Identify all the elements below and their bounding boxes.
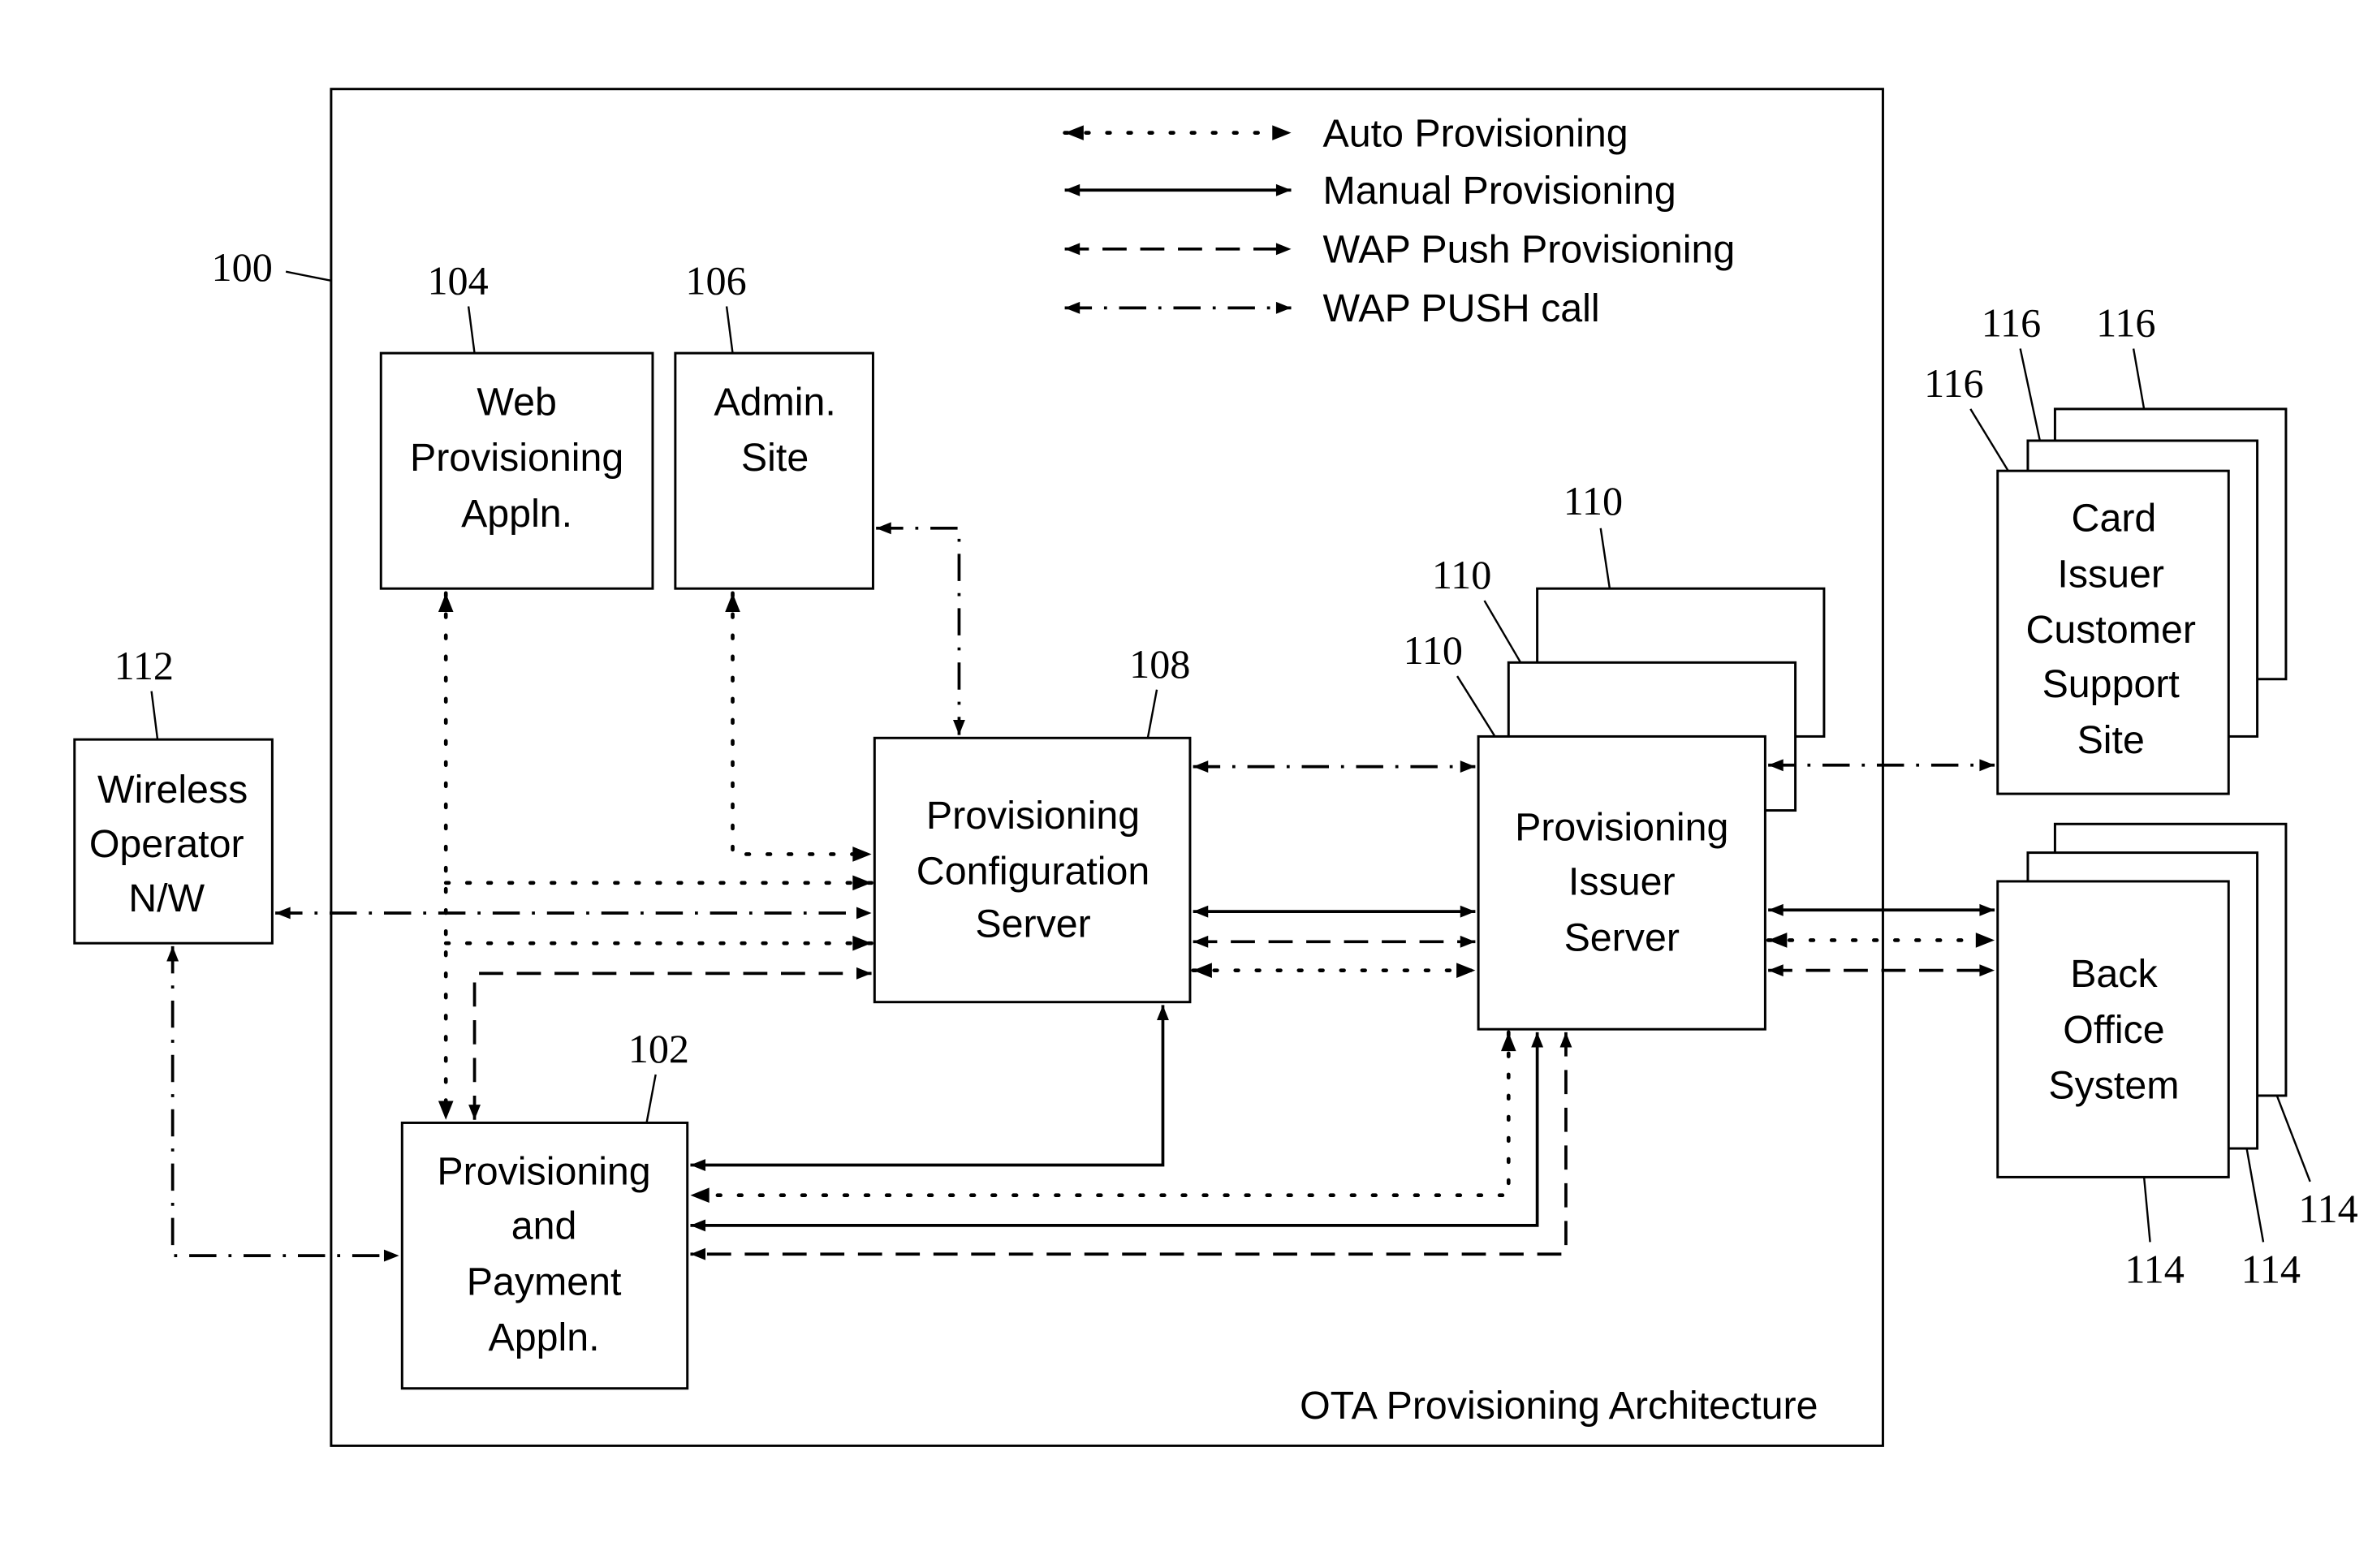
node-label: Site <box>741 436 809 480</box>
ref-numeral: 116 <box>1924 360 1983 406</box>
node-label: Issuer <box>2057 552 2164 596</box>
node-label: and <box>511 1204 577 1248</box>
node-label: Provisioning <box>1515 806 1728 850</box>
node-wireless-operator: Wireless Operator N/W 112 <box>73 643 274 945</box>
node-label: Operator <box>89 822 244 866</box>
node-label: Provisioning <box>410 436 623 480</box>
node-label: Wireless <box>97 768 248 812</box>
node-label: Appln. <box>461 492 572 536</box>
node-label: Customer <box>2025 608 2195 652</box>
node-label: Issuer <box>1568 860 1676 904</box>
ref-numeral: 114 <box>2241 1247 2301 1292</box>
node-label: Payment <box>467 1260 622 1303</box>
node-label: Site <box>2077 718 2145 762</box>
node-label: Admin. <box>714 380 835 424</box>
node-back-office: Back Office System 114 114 114 <box>1996 822 2358 1292</box>
ref-numeral: 110 <box>1432 552 1491 597</box>
legend-label-push: WAP Push Provisioning <box>1323 228 1736 272</box>
ref-numeral: 104 <box>427 258 488 304</box>
ref-numeral: 102 <box>628 1026 689 1071</box>
node-label: System <box>2048 1064 2179 1108</box>
ref-numeral: 110 <box>1564 478 1623 523</box>
node-label: Server <box>1564 915 1680 959</box>
legend-label-manual: Manual Provisioning <box>1323 169 1676 213</box>
ref-numeral: 110 <box>1404 627 1463 673</box>
legend-label-call: WAP PUSH call <box>1323 286 1600 330</box>
diagram-caption: OTA Provisioning Architecture <box>1300 1384 1818 1428</box>
node-label: Server <box>975 902 1090 946</box>
legend-label-auto: Auto Provisioning <box>1323 111 1628 155</box>
node-label: Support <box>2042 662 2180 706</box>
node-label: Configuration <box>917 850 1149 894</box>
ref-numeral: 114 <box>2298 1186 2357 1231</box>
node-card-issuer-support: Card Issuer Customer Support Site 116 11… <box>1924 300 2288 795</box>
node-label: Web <box>477 380 557 424</box>
ref-numeral: 114 <box>2124 1247 2184 1292</box>
system-ref: 100 <box>212 244 273 290</box>
node-label: Back <box>2070 952 2158 996</box>
node-label: Appln. <box>489 1316 600 1359</box>
ref-numeral: 108 <box>1129 641 1190 687</box>
ref-numeral: 116 <box>2096 300 2155 346</box>
ref-numeral: 116 <box>1982 300 2041 346</box>
node-label: Provisioning <box>926 794 1140 838</box>
leader-line <box>285 270 332 282</box>
ref-numeral: 112 <box>114 643 174 688</box>
node-label: Office <box>2063 1008 2164 1052</box>
ota-architecture-diagram: 100 OTA Provisioning Architecture Auto P… <box>73 88 2358 1447</box>
ref-numeral: 106 <box>685 258 746 304</box>
node-label: N/W <box>128 877 205 920</box>
node-label: Card <box>2072 497 2157 541</box>
node-label: Provisioning <box>437 1150 650 1194</box>
